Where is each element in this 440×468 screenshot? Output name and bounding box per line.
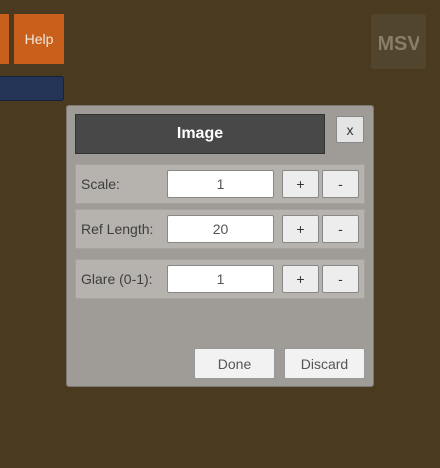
ref-length-plus-button[interactable]: + bbox=[282, 215, 319, 243]
close-button[interactable]: x bbox=[336, 116, 364, 143]
glare-plus-button[interactable]: + bbox=[282, 265, 319, 293]
help-button[interactable]: Help bbox=[14, 14, 64, 64]
discard-button[interactable]: Discard bbox=[284, 348, 365, 379]
done-button[interactable]: Done bbox=[194, 348, 275, 379]
scale-row: Scale: 1 + - bbox=[75, 164, 365, 204]
glare-input[interactable]: 1 bbox=[167, 265, 274, 293]
scale-plus-button[interactable]: + bbox=[282, 170, 319, 198]
scale-minus-button[interactable]: - bbox=[322, 170, 359, 198]
glare-row: Glare (0-1): 1 + - bbox=[75, 259, 365, 299]
blue-bar-button[interactable] bbox=[0, 76, 64, 101]
orange-toolbar-button[interactable] bbox=[0, 14, 9, 64]
msv-logo-icon: MSV bbox=[379, 33, 419, 55]
ref-length-input[interactable]: 20 bbox=[167, 215, 274, 243]
scale-label: Scale: bbox=[81, 176, 120, 192]
scale-input[interactable]: 1 bbox=[167, 170, 274, 198]
ref-length-row: Ref Length: 20 + - bbox=[75, 209, 365, 249]
msv-logo: MSV bbox=[371, 14, 426, 69]
glare-minus-button[interactable]: - bbox=[322, 265, 359, 293]
glare-label: Glare (0-1): bbox=[81, 271, 153, 287]
ref-length-label: Ref Length: bbox=[81, 221, 154, 237]
image-dialog: Image x Scale: 1 + - Ref Length: 20 + - … bbox=[66, 105, 374, 387]
dialog-title: Image bbox=[75, 114, 325, 154]
svg-text:MSV: MSV bbox=[379, 33, 419, 55]
ref-length-minus-button[interactable]: - bbox=[322, 215, 359, 243]
